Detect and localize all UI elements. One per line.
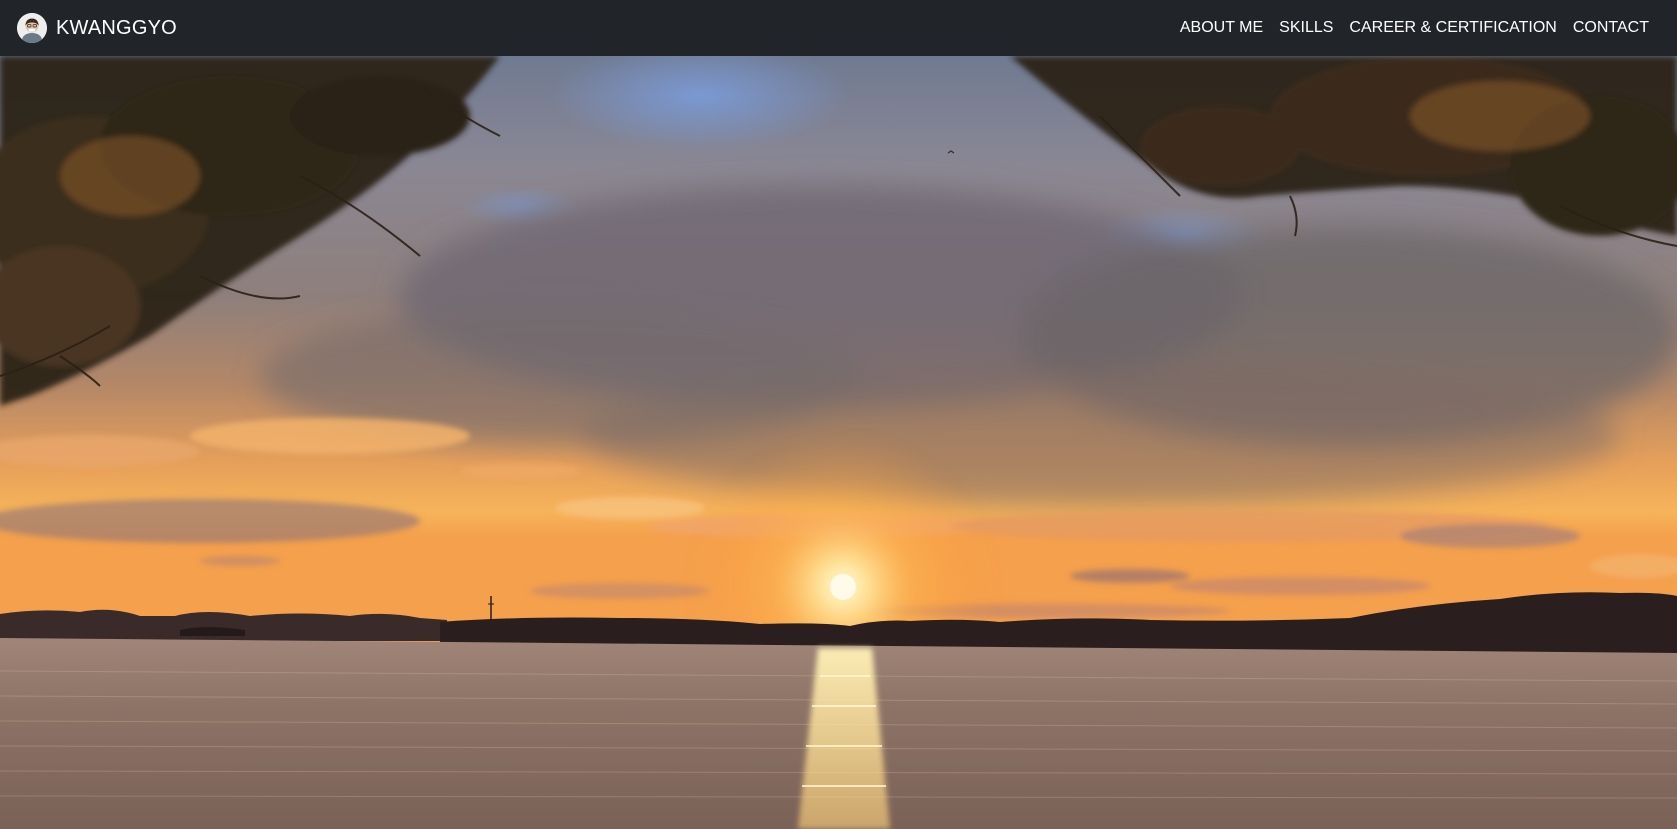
nav-contact[interactable]: CONTACT: [1573, 19, 1649, 37]
hero-section: [0, 56, 1677, 829]
top-navbar: KWANGGYO ABOUT ME SKILLS CAREER & CERTIF…: [0, 0, 1677, 56]
brand-link[interactable]: KWANGGYO: [17, 13, 177, 43]
profile-avatar-icon: [17, 13, 47, 43]
nav-about-me[interactable]: ABOUT ME: [1180, 19, 1263, 37]
brand-name: KWANGGYO: [56, 16, 177, 39]
nav-links: ABOUT ME SKILLS CAREER & CERTIFICATION C…: [1180, 19, 1649, 37]
nav-career-certification[interactable]: CAREER & CERTIFICATION: [1349, 19, 1556, 37]
nav-skills[interactable]: SKILLS: [1279, 19, 1333, 37]
hero-sunset-image: [0, 56, 1677, 829]
